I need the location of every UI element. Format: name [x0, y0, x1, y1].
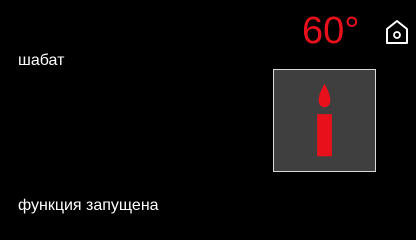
sabbath-mode-tile[interactable]: [273, 69, 376, 172]
home-button[interactable]: [384, 19, 410, 45]
candle-icon: [317, 83, 332, 157]
temperature-readout[interactable]: 60°: [302, 12, 359, 50]
mode-title: шабат: [18, 52, 65, 69]
status-message: функция запущена: [18, 197, 159, 214]
oven-display: 60° шабат функция запущена: [0, 0, 416, 240]
home-icon: [386, 20, 408, 44]
